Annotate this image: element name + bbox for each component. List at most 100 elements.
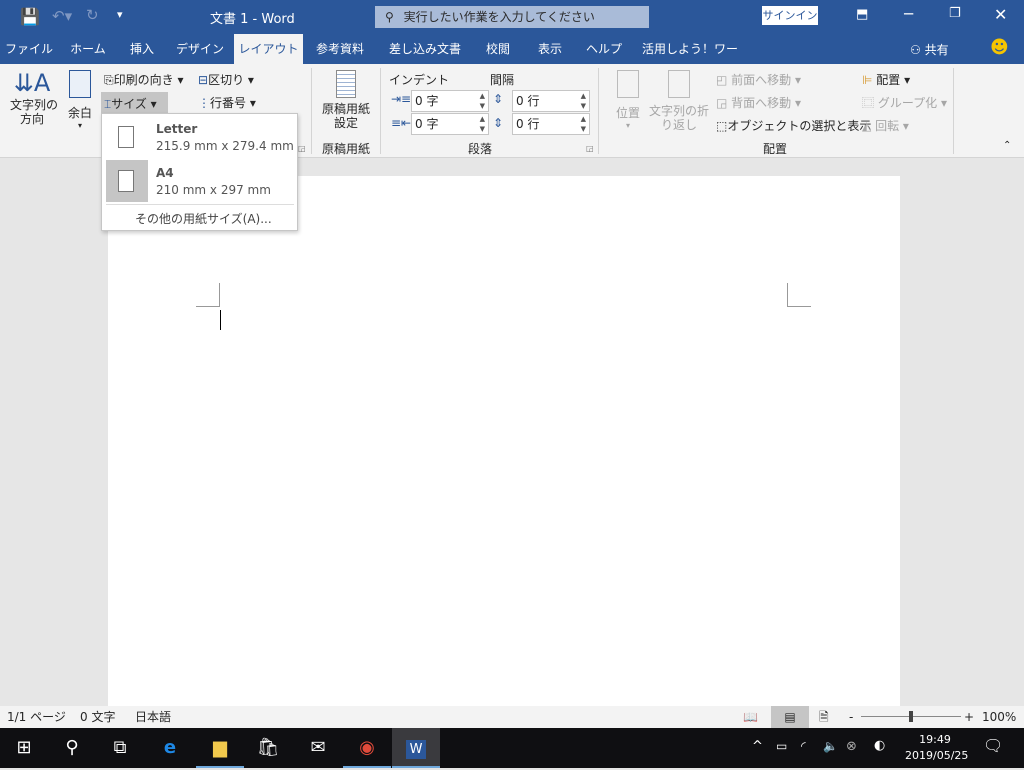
smiley-feedback-icon[interactable]: ☻ — [990, 37, 1009, 58]
rotate-icon: ◭ — [862, 119, 872, 133]
read-mode-icon[interactable]: 📖 — [743, 706, 758, 728]
tab-review[interactable]: 校閲 — [478, 34, 518, 64]
group-button[interactable]: ⿴ グループ化 ▾ — [862, 94, 947, 111]
margins-label: 余白 — [67, 106, 92, 120]
zoom-in-button[interactable]: + — [964, 706, 974, 728]
tab-view[interactable]: 表示 — [530, 34, 570, 64]
minimize-button[interactable]: ─ — [904, 5, 913, 23]
text-direction-button[interactable]: ⇊A 文字列の 方向 — [10, 68, 59, 126]
network-icon[interactable]: ◜ — [801, 739, 806, 753]
orientation-button[interactable]: ⎘印刷の向き ▾ — [104, 71, 183, 88]
language-status[interactable]: 日本語 — [135, 706, 171, 728]
breaks-label: 区切り — [208, 73, 245, 87]
word-count[interactable]: 0 文字 — [80, 706, 115, 728]
store-icon[interactable]: 🛍 — [244, 728, 292, 768]
zoom-level[interactable]: 100% — [982, 706, 1016, 728]
more-paper-sizes-item[interactable]: その他の用紙サイズ(A)... — [135, 210, 272, 227]
zoom-out-button[interactable]: - — [849, 706, 853, 728]
spacing-after-icon: ⇕ — [493, 116, 504, 130]
close-button[interactable]: ✕ — [994, 5, 1007, 24]
paper-size-letter[interactable]: Letter 215.9 mm x 279.4 mm — [104, 116, 296, 158]
margins-button[interactable]: 余白 ▾ — [64, 68, 96, 130]
restore-button[interactable]: ❐ — [949, 6, 961, 21]
person-add-icon: ⚇ — [910, 43, 921, 57]
chrome-icon[interactable]: ◉ — [343, 728, 391, 768]
edge-icon[interactable]: e — [146, 728, 194, 768]
size-button[interactable]: ⌶サイズ ▾ — [101, 92, 168, 114]
search-icon: ⚲ — [385, 10, 394, 24]
text-direction-icon: ⇊A — [13, 69, 51, 97]
mail-icon[interactable]: ✉ — [294, 728, 342, 768]
ime-icon[interactable]: ◐ — [874, 738, 885, 753]
spacing-after-input[interactable]: 0 行 ▲ ▼ — [512, 113, 590, 135]
redo-icon[interactable]: ↻ — [86, 6, 99, 24]
tab-help[interactable]: ヘルプ — [582, 34, 626, 64]
margins-icon — [69, 70, 91, 98]
error-status-icon[interactable]: ⊗ — [846, 739, 857, 754]
tab-layout[interactable]: レイアウト — [234, 34, 303, 64]
document-page[interactable] — [108, 176, 900, 706]
spacing-label: 間隔 — [490, 73, 515, 87]
save-icon[interactable]: 💾 — [20, 7, 40, 26]
line-numbers-button[interactable]: ⋮行番号 ▾ — [198, 94, 256, 111]
manuscript-settings-button[interactable]: 原稿用紙 設定 — [318, 70, 374, 130]
action-center-icon[interactable]: 🗨 — [983, 736, 1003, 755]
paragraph-launcher-icon[interactable]: ◲ — [586, 144, 594, 153]
tab-mailings[interactable]: 差し込み文書 — [385, 34, 465, 64]
text-direction-label: 文字列の 方向 — [10, 98, 59, 126]
collapse-ribbon-icon[interactable]: ⌃ — [1003, 140, 1011, 151]
web-layout-icon[interactable]: 🗎 — [819, 706, 829, 728]
ribbon-display-options-icon[interactable]: ⬒ — [856, 7, 868, 22]
word-taskbar-icon[interactable]: W — [392, 728, 440, 768]
position-label: 位置 — [615, 106, 640, 120]
tab-insert[interactable]: 挿入 — [120, 34, 164, 64]
status-bar: 1/1 ページ 0 文字 日本語 📖 ▤ 🗎 - + 100% — [0, 706, 1024, 728]
breaks-button[interactable]: ⊟区切り ▾ — [198, 71, 254, 88]
paper-size-a4[interactable]: A4 210 mm x 297 mm — [104, 160, 296, 202]
indent-right-input[interactable]: 0 字 ▲ ▼ — [411, 113, 489, 135]
share-button[interactable]: ⚇ 共有 — [910, 41, 949, 58]
align-button[interactable]: ⊫ 配置 ▾ — [862, 71, 910, 88]
paragraph-group-label: 段落 — [467, 142, 492, 156]
align-icon: ⊫ — [862, 73, 873, 87]
tab-katsuyou-word[interactable]: 活用しよう！ワード — [640, 34, 740, 86]
tell-me-search[interactable]: ⚲ 実行したい作業を入力してください — [375, 6, 649, 28]
spacing-before-icon: ⇕ — [493, 92, 504, 106]
tab-design[interactable]: デザイン — [170, 34, 230, 64]
wrap-text-button[interactable]: 文字列の折 り返し — [648, 70, 710, 132]
zoom-slider-thumb[interactable] — [909, 711, 913, 722]
clock[interactable]: 19:49 2019/05/25 — [905, 732, 968, 764]
tab-references[interactable]: 参考資料 — [310, 34, 370, 64]
search-icon[interactable]: ⚲ — [48, 728, 96, 768]
spacing-before-input[interactable]: 0 行 ▲ ▼ — [512, 90, 590, 112]
indent-left-input[interactable]: 0 字 ▲ ▼ — [411, 90, 489, 112]
send-backward-icon: ◲ — [716, 96, 728, 110]
volume-icon[interactable]: 🔈 — [823, 739, 838, 753]
page-count[interactable]: 1/1 ページ — [7, 706, 66, 728]
paper-size-dims: 210 mm x 297 mm — [156, 183, 271, 197]
title-bar: 💾 ↶▾ ↻ ▾ 文書 1 - Word ⚲ 実行したい作業を入力してください … — [0, 0, 1024, 34]
page-setup-launcher-icon[interactable]: ◲ — [298, 144, 306, 153]
battery-icon[interactable]: ▭ — [776, 739, 787, 753]
breaks-icon: ⊟ — [198, 73, 209, 87]
show-hidden-icons[interactable]: ^ — [752, 739, 763, 754]
taskbar: ⊞ ⚲ ⧉ e ▆ 🛍 ✉ ◉ W ^ ▭ ◜ 🔈 ⊗ ◐ 19:49 2019… — [0, 728, 1024, 768]
start-windows-icon[interactable]: ⊞ — [0, 728, 48, 768]
print-layout-icon[interactable]: ▤ — [771, 706, 809, 728]
tab-file[interactable]: ファイル — [0, 34, 58, 64]
position-button[interactable]: 位置 ▾ — [612, 70, 644, 130]
tab-home[interactable]: ホーム — [62, 34, 114, 64]
indent-right-icon: ≡⇤ — [391, 116, 412, 130]
signin-button[interactable]: サインイン — [762, 6, 818, 25]
selection-pane-icon: ⬚ — [716, 119, 728, 133]
send-backward-button[interactable]: ◲ 背面へ移動 ▾ — [716, 94, 801, 111]
selection-pane-button[interactable]: ⬚オブジェクトの選択と表示 — [716, 117, 871, 134]
line-numbers-label: 行番号 — [210, 96, 247, 110]
bring-forward-button[interactable]: ◰ 前面へ移動 ▾ — [716, 71, 801, 88]
orientation-icon: ⎘ — [104, 73, 114, 87]
file-explorer-icon[interactable]: ▆ — [196, 728, 244, 768]
task-view-icon[interactable]: ⧉ — [96, 728, 144, 768]
undo-icon[interactable]: ↶▾ — [52, 7, 72, 25]
customize-qat-icon[interactable]: ▾ — [117, 8, 123, 21]
rotate-button[interactable]: ◭ 回転 ▾ — [862, 117, 909, 134]
